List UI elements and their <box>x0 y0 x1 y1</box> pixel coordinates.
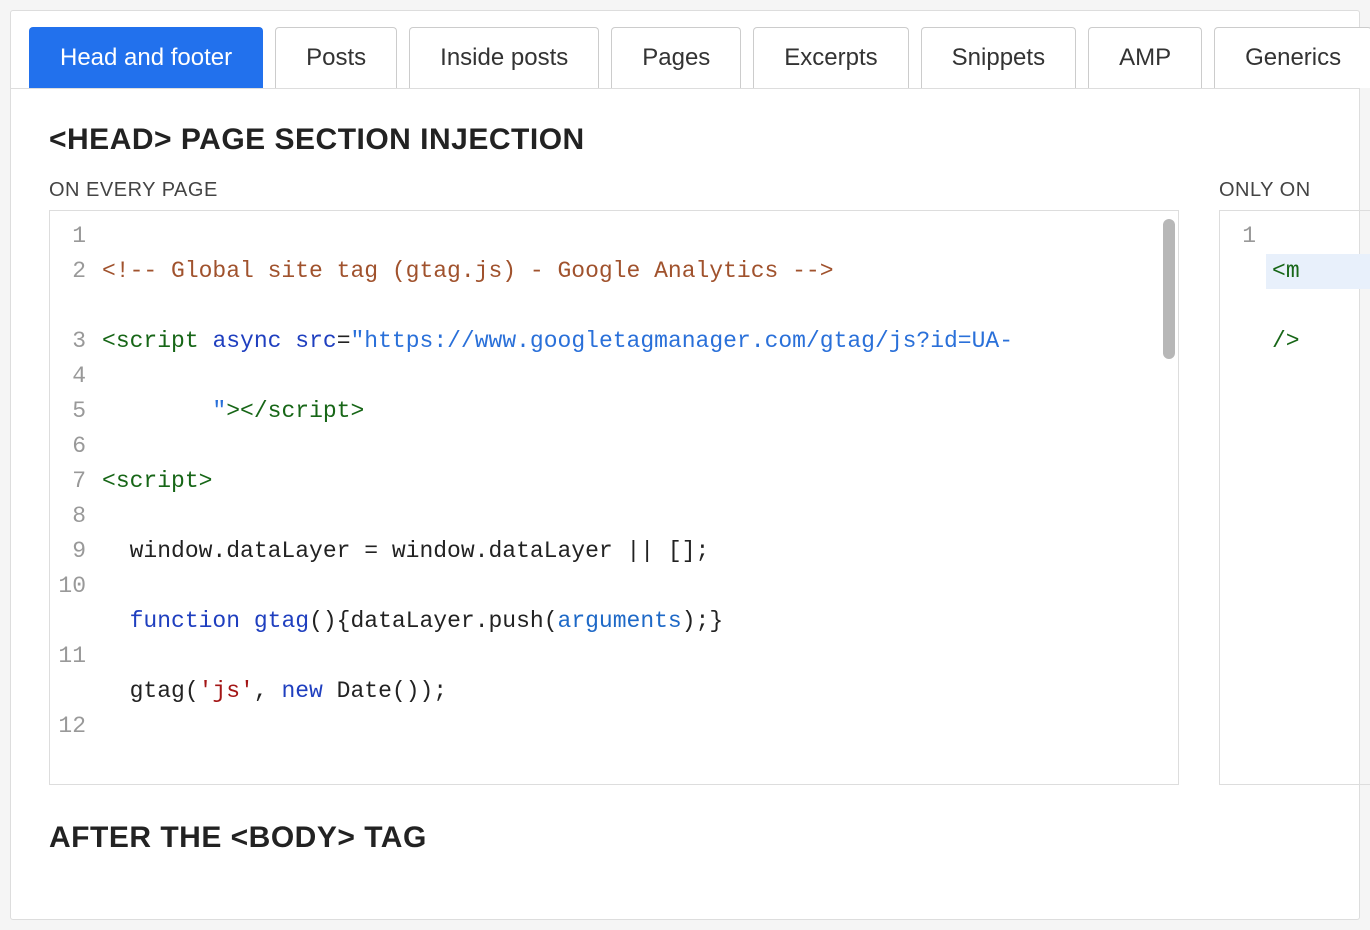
tab-excerpts[interactable]: Excerpts <box>753 27 908 88</box>
tab-pages[interactable]: Pages <box>611 27 741 88</box>
tab-bar: Head and footer Posts Inside posts Pages… <box>11 11 1359 89</box>
code-content[interactable]: <!-- Global site tag (gtag.js) - Google … <box>96 211 1178 784</box>
code-content[interactable]: <m /> <box>1266 211 1370 784</box>
scrollbar-thumb[interactable] <box>1163 219 1175 359</box>
section-title-head: <HEAD> PAGE SECTION INJECTION <box>49 123 1321 157</box>
col-every-page: ON EVERY PAGE 1 2 3 4 5 6 7 8 <box>49 179 1179 785</box>
label-every-page: ON EVERY PAGE <box>49 179 1179 202</box>
code-editor-only-on[interactable]: 1 <m /> <box>1219 210 1370 785</box>
tab-generics[interactable]: Generics <box>1214 27 1370 88</box>
tab-amp[interactable]: AMP <box>1088 27 1202 88</box>
tab-posts[interactable]: Posts <box>275 27 397 88</box>
line-gutter: 1 2 3 4 5 6 7 8 9 10 11 <box>50 211 96 784</box>
editor-columns: ON EVERY PAGE 1 2 3 4 5 6 7 8 <box>49 179 1321 785</box>
tab-snippets[interactable]: Snippets <box>921 27 1076 88</box>
tab-content: <HEAD> PAGE SECTION INJECTION ON EVERY P… <box>11 89 1359 911</box>
col-only-on: ONLY ON 1 <m /> <box>1219 179 1370 785</box>
settings-panel: Head and footer Posts Inside posts Pages… <box>10 10 1360 920</box>
tab-inside-posts[interactable]: Inside posts <box>409 27 599 88</box>
code-editor-every-page[interactable]: 1 2 3 4 5 6 7 8 9 10 11 <box>49 210 1179 785</box>
section-title-body: AFTER THE <BODY> TAG <box>49 821 1321 855</box>
label-only-on: ONLY ON <box>1219 179 1370 202</box>
line-gutter: 1 <box>1220 211 1266 784</box>
tab-head-and-footer[interactable]: Head and footer <box>29 27 263 88</box>
